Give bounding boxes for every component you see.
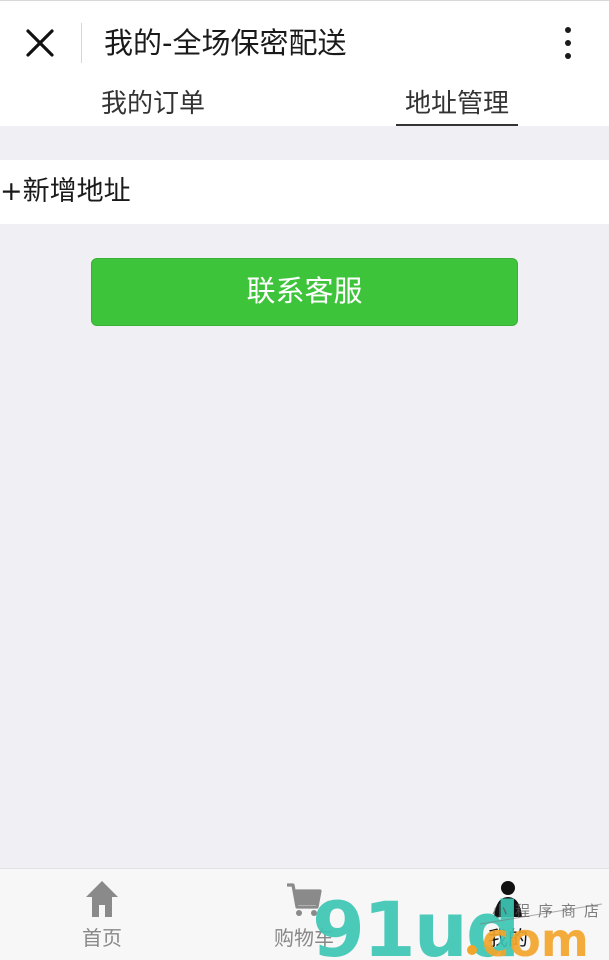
cart-icon <box>287 883 322 916</box>
tabbar-item-mine[interactable]: 我的 <box>448 869 568 960</box>
title-divider <box>81 23 82 63</box>
more-dot-icon <box>565 27 571 33</box>
contact-service-button[interactable]: 联系客服 <box>91 258 518 326</box>
more-menu-button[interactable] <box>556 23 580 63</box>
page-title: 我的-全场保密配送 <box>104 26 347 60</box>
add-address-row[interactable]: +新增地址 <box>0 160 609 224</box>
tabbar-label-home: 首页 <box>82 926 122 950</box>
tabbar-item-cart[interactable]: 购物车 <box>244 869 364 960</box>
tab-bar-top: 我的订单 地址管理 <box>0 84 609 126</box>
tab-address-management[interactable]: 地址管理 <box>396 84 518 126</box>
home-icon <box>86 881 118 917</box>
user-icon <box>494 881 522 917</box>
tabbar-item-home[interactable]: 首页 <box>42 869 162 960</box>
bottom-tab-bar: 首页 购物车 我的 <box>0 868 609 960</box>
tab-address-label: 地址管理 <box>404 89 509 119</box>
close-icon <box>26 29 54 57</box>
tabbar-label-mine: 我的 <box>488 926 528 950</box>
more-dot-icon <box>565 53 571 59</box>
close-button[interactable] <box>22 25 58 61</box>
title-bar: 我的-全场保密配送 <box>0 0 609 84</box>
active-tab-indicator <box>396 124 518 126</box>
page: 我的-全场保密配送 我的订单 地址管理 +新增地址 联系客服 首页 购物车 我的… <box>0 0 609 960</box>
tabbar-label-cart: 购物车 <box>274 926 334 950</box>
tab-my-orders[interactable]: 我的订单 <box>92 84 214 126</box>
more-dot-icon <box>565 40 571 46</box>
add-address-label: +新增地址 <box>0 176 131 207</box>
